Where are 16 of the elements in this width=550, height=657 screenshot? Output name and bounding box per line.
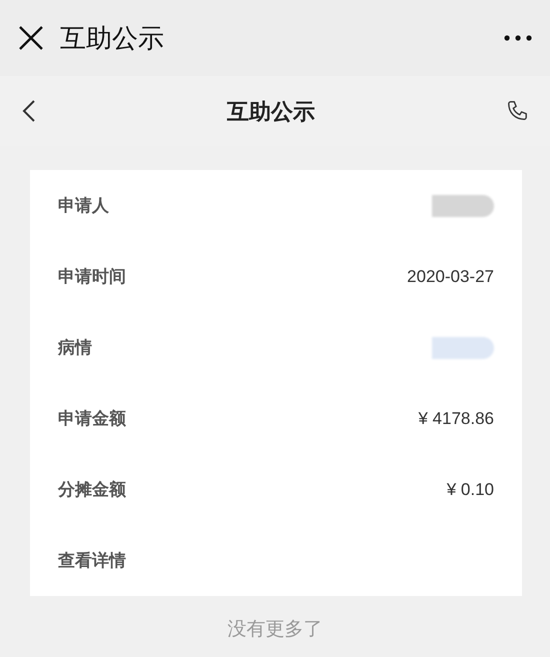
field-label: 分摊金额 <box>58 478 126 501</box>
page-title: 互助公示 <box>227 98 315 126</box>
close-icon[interactable] <box>18 25 44 51</box>
field-label: 申请人 <box>58 194 109 217</box>
field-value: 2020-03-27 <box>407 266 494 288</box>
field-label: 申请金额 <box>58 408 126 430</box>
back-icon[interactable] <box>22 99 36 123</box>
details-link[interactable]: 查看详情 <box>58 548 126 574</box>
window-title: 互助公示 <box>60 22 164 54</box>
no-more-text: 没有更多了 <box>228 618 322 642</box>
field-label: 病情 <box>58 336 92 359</box>
phone-icon[interactable] <box>506 100 528 122</box>
field-label: 申请时间 <box>58 266 126 288</box>
more-icon[interactable] <box>504 35 532 41</box>
field-value: ¥ 4178.86 <box>418 408 494 430</box>
field-value: ¥ 0.10 <box>446 478 494 501</box>
